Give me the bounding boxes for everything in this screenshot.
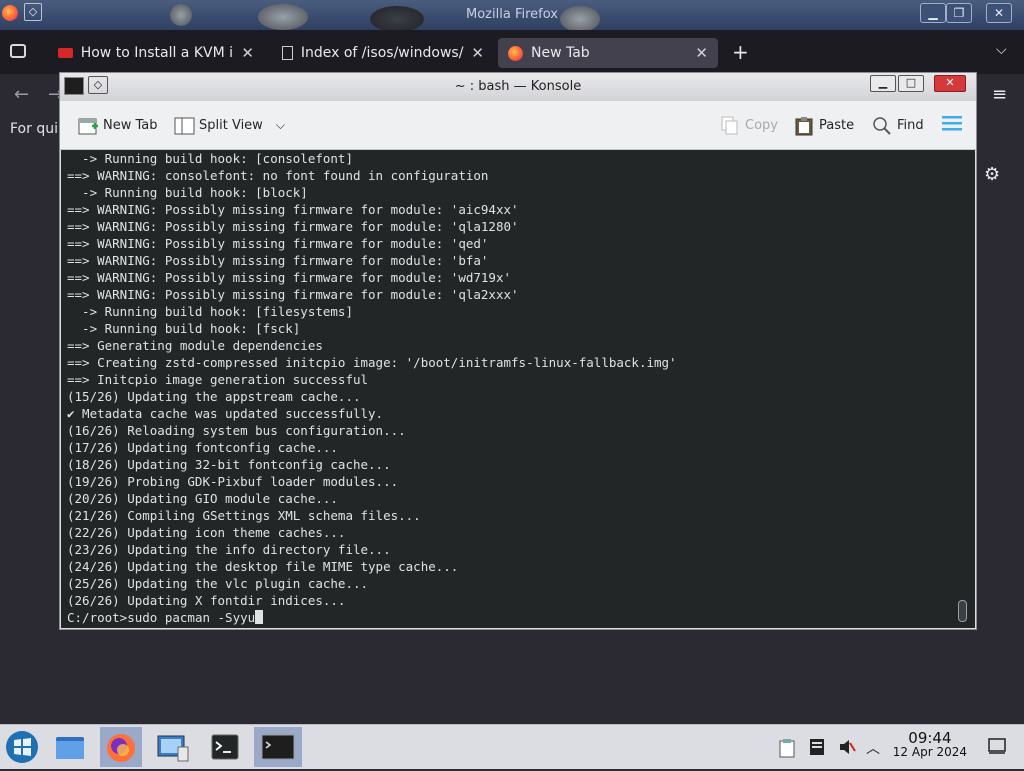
copy-label: Copy: [745, 117, 778, 133]
split-view-icon: [174, 116, 195, 135]
terminal-line: ==> WARNING: Possibly missing firmware f…: [67, 270, 512, 285]
terminal-line: -> Running build hook: [consolefont]: [67, 151, 353, 166]
maximize-button[interactable]: ❐: [946, 3, 972, 23]
hamburger-menu-icon[interactable]: [942, 115, 962, 131]
terminal-output[interactable]: -> Running build hook: [consolefont] ==> …: [61, 150, 975, 628]
document-favicon-icon: [282, 46, 293, 60]
terminal-scrollbar[interactable]: [958, 600, 967, 622]
firefox-titlebar: ◇ Mozilla Firefox ▁ ❐ ✕: [0, 0, 1024, 32]
firefox-tab-bar: How to Install a KVM in A ✕ Index of /is…: [0, 30, 1024, 74]
terminal-line: (17/26) Updating fontconfig cache...: [67, 440, 338, 455]
tab-overview-icon[interactable]: [10, 44, 26, 58]
settings-gear-icon[interactable]: ⚙: [984, 164, 1000, 185]
start-menu-button[interactable]: [2, 727, 44, 767]
site-favicon-icon: [58, 48, 73, 58]
terminal-line: (18/26) Updating 32-bit fontconfig cache…: [67, 457, 391, 472]
search-icon: [872, 116, 892, 135]
paste-label: Paste: [819, 117, 855, 133]
back-arrow-icon[interactable]: ←: [14, 84, 29, 105]
copy-button[interactable]: Copy: [720, 116, 778, 135]
split-view-button[interactable]: Split View ⌵: [174, 116, 285, 135]
tab-new-tab[interactable]: New Tab ✕: [498, 38, 718, 68]
terminal-line: ==> Generating module dependencies: [67, 338, 323, 353]
close-button[interactable]: ✕: [934, 75, 966, 92]
terminal-line: ==> Creating zstd-compressed initcpio im…: [67, 355, 677, 370]
terminal-line: (26/26) Updating X fontdir indices...: [67, 593, 346, 608]
new-tab-plus-icon[interactable]: +: [732, 40, 749, 64]
terminal-line: ==> WARNING: Possibly missing firmware f…: [67, 236, 489, 251]
close-tab-icon[interactable]: ✕: [241, 44, 254, 62]
show-desktop-icon[interactable]: [988, 738, 1006, 756]
split-view-label: Split View: [199, 117, 263, 133]
close-button[interactable]: ✕: [986, 3, 1012, 23]
chevron-up-icon[interactable]: ︿: [866, 738, 884, 757]
clock-time: 09:44: [908, 729, 952, 747]
tab-index-isos[interactable]: Index of /isos/windows/ ✕: [272, 38, 494, 68]
terminal-line: ==> WARNING: consolefont: no font found …: [67, 168, 489, 183]
tab-label: How to Install a KVM in A: [80, 45, 234, 61]
terminal-prompt-line: C:/root>sudo pacman -Syyu: [67, 609, 677, 626]
terminal-line: ==> WARNING: Possibly missing firmware f…: [67, 253, 489, 268]
system-settings-button[interactable]: [152, 727, 194, 767]
window-title: Mozilla Firefox: [466, 7, 558, 22]
maximize-button[interactable]: □: [898, 75, 924, 92]
terminal-line: ✔ Metadata cache was updated successfull…: [67, 406, 384, 421]
paste-button[interactable]: Paste: [794, 116, 855, 136]
find-label: Find: [897, 117, 924, 133]
close-tab-icon[interactable]: ✕: [471, 44, 484, 62]
shell-prompt: C:/root>: [67, 610, 128, 625]
new-tab-button[interactable]: New Tab: [78, 116, 158, 135]
terminal-line: ==> WARNING: Possibly missing firmware f…: [67, 287, 519, 302]
firefox-taskbar-button[interactable]: [100, 727, 142, 767]
terminal-line: (15/26) Updating the appstream cache...: [67, 389, 361, 404]
taskbar: ︿ 09:44 12 Apr 2024: [0, 724, 1024, 769]
terminal-line: (24/26) Updating the desktop file MIME t…: [67, 559, 459, 574]
konsole-taskbar-button[interactable]: [254, 727, 302, 767]
new-tab-icon: [78, 116, 98, 135]
tab-label: Index of /isos/windows/: [300, 45, 464, 61]
terminal-lines: -> Running build hook: [consolefont] ==> …: [67, 150, 677, 626]
close-tab-icon[interactable]: ✕: [695, 44, 708, 62]
terminal-line: (23/26) Updating the info directory file…: [67, 542, 391, 557]
clock-date: 12 Apr 2024: [892, 745, 967, 759]
tab-kvm[interactable]: How to Install a KVM in A ✕: [48, 38, 264, 68]
list-all-tabs-chevron-icon[interactable]: ⌵: [996, 42, 1007, 58]
terminal-line: ==> WARNING: Possibly missing firmware f…: [67, 202, 519, 217]
terminal-taskbar-button[interactable]: [204, 727, 246, 767]
paste-clipboard-icon: [794, 116, 814, 136]
terminal-line: (20/26) Updating GIO module cache...: [67, 491, 338, 506]
new-tab-label: New Tab: [103, 117, 158, 133]
notes-icon[interactable]: [808, 738, 826, 756]
terminal-line: ==> WARNING: Possibly missing firmware f…: [67, 219, 519, 234]
typed-command: sudo pacman -Syyu: [127, 610, 256, 625]
konsole-title: ~ : bash — Konsole: [454, 79, 582, 94]
terminal-line: (21/26) Compiling GSettings XML schema f…: [67, 508, 421, 523]
terminal-line: (25/26) Updating the vlc plugin cache...: [67, 576, 369, 591]
text-cursor: [255, 610, 264, 624]
terminal-line: -> Running build hook: [filesystems]: [67, 304, 353, 319]
terminal-line: (22/26) Updating icon theme caches...: [67, 525, 346, 540]
clipboard-icon[interactable]: [778, 738, 796, 758]
konsole-toolbar: New Tab Split View ⌵ Copy Paste Find: [60, 101, 976, 150]
terminal-line: -> Running build hook: [block]: [67, 185, 308, 200]
file-manager-button[interactable]: [50, 727, 92, 767]
terminal-line: (16/26) Reloading system bus configurati…: [67, 423, 406, 438]
chevron-down-icon[interactable]: ⌵: [276, 118, 285, 133]
copy-icon: [720, 116, 740, 135]
konsole-window: ◇ ~ : bash — Konsole ▁ □ ✕ New Tab Split…: [59, 72, 977, 630]
terminal-line: -> Running build hook: [fsck]: [67, 321, 301, 336]
minimize-button[interactable]: ▁: [920, 3, 946, 23]
minimize-button[interactable]: ▁: [870, 75, 896, 92]
new-tab-quick-text: For qui: [10, 121, 58, 137]
find-button[interactable]: Find: [872, 116, 924, 135]
konsole-titlebar[interactable]: ◇ ~ : bash — Konsole ▁ □ ✕: [60, 73, 976, 101]
tab-label: New Tab: [531, 45, 590, 61]
clock[interactable]: 09:44 12 Apr 2024: [892, 729, 967, 760]
firefox-favicon-icon: [508, 45, 523, 61]
volume-muted-icon[interactable]: [838, 738, 856, 756]
menu-hamburger-icon[interactable]: ≡: [992, 84, 1007, 105]
terminal-line: (19/26) Probing GDK-Pixbuf loader module…: [67, 474, 399, 489]
terminal-line: ==> Initcpio image generation successful: [67, 372, 369, 387]
